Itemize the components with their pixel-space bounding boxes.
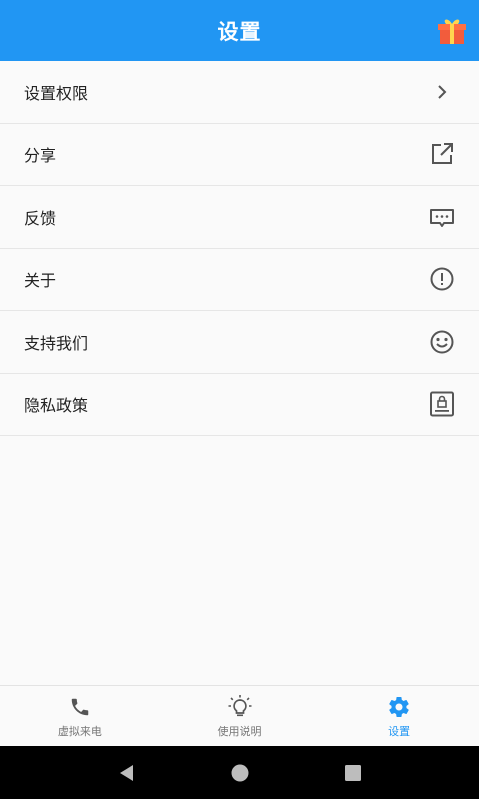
- settings-item-feedback[interactable]: 反馈: [0, 186, 479, 249]
- phone-icon: [67, 694, 93, 720]
- settings-item-support-us[interactable]: 支持我们: [0, 311, 479, 374]
- app-bar: 设置: [0, 0, 479, 61]
- info-alert-icon: [429, 266, 455, 292]
- nav-label: 设置: [388, 724, 411, 738]
- settings-item-permissions[interactable]: 设置权限: [0, 61, 479, 124]
- lightbulb-icon: [227, 694, 253, 720]
- lock-document-icon: [429, 391, 455, 417]
- nav-item-virtual-call[interactable]: 虚拟来电: [0, 686, 160, 746]
- bottom-navigation: 虚拟来电 使用说明 设置: [0, 685, 479, 746]
- settings-item-label: 设置权限: [24, 83, 89, 103]
- settings-item-label: 反馈: [24, 208, 57, 228]
- home-icon[interactable]: [229, 762, 251, 784]
- gift-icon[interactable]: [437, 16, 467, 46]
- settings-item-label: 支持我们: [24, 333, 89, 353]
- nav-item-settings[interactable]: 设置: [319, 686, 479, 746]
- settings-item-privacy-policy[interactable]: 隐私政策: [0, 373, 479, 436]
- recents-icon[interactable]: [342, 762, 364, 784]
- settings-list: 设置权限 分享 反馈 关于 支持我们 隐私政策: [0, 61, 479, 436]
- message-icon: [429, 204, 455, 230]
- gear-icon: [386, 694, 412, 720]
- settings-item-label: 分享: [24, 146, 57, 166]
- nav-label: 虚拟来电: [57, 724, 102, 738]
- external-link-icon: [429, 141, 455, 167]
- settings-item-label: 隐私政策: [24, 396, 89, 416]
- page-title: 设置: [217, 19, 262, 44]
- chevron-right-icon: [429, 79, 455, 105]
- system-navigation-bar: [0, 746, 479, 799]
- nav-item-instructions[interactable]: 使用说明: [160, 686, 320, 746]
- smiley-icon: [429, 329, 455, 355]
- nav-label: 使用说明: [217, 724, 262, 738]
- settings-item-label: 关于: [24, 271, 57, 291]
- back-icon[interactable]: [116, 762, 138, 784]
- settings-item-share[interactable]: 分享: [0, 123, 479, 186]
- settings-item-about[interactable]: 关于: [0, 248, 479, 311]
